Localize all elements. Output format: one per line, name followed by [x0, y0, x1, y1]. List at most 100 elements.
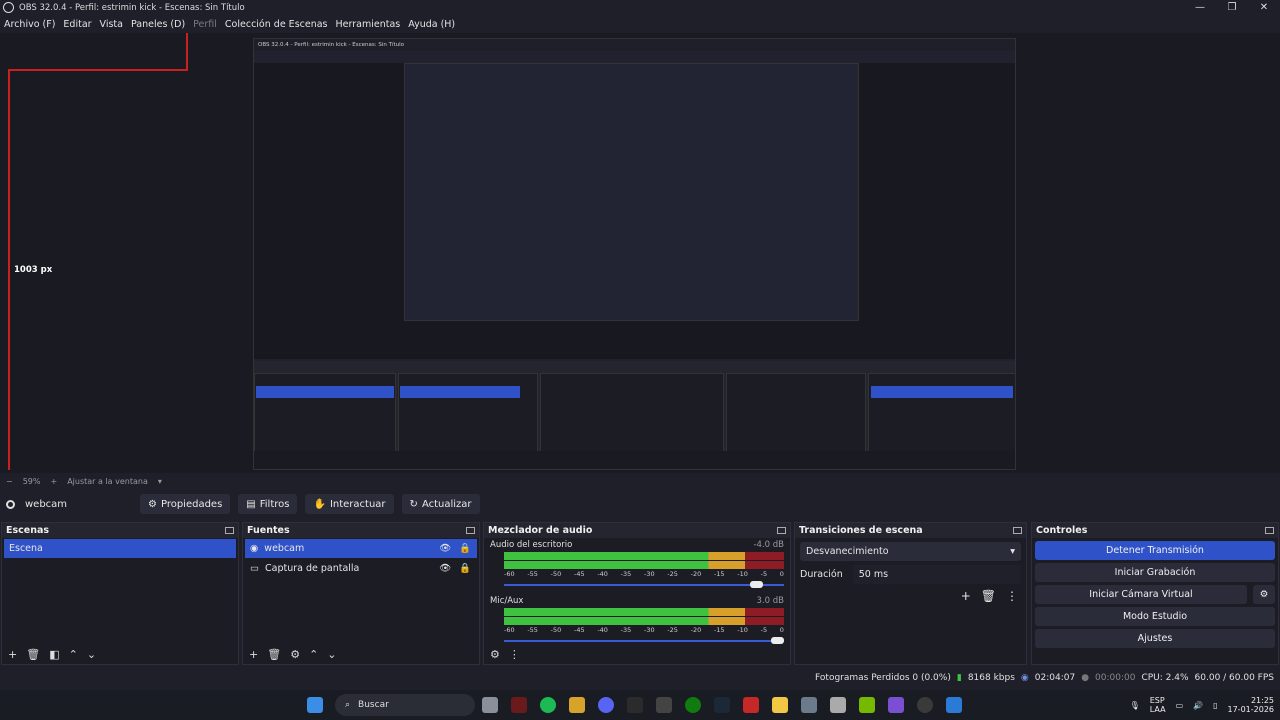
taskbar: ⌕ Buscar 🎙 ESP LAA ▭ 🔊 ▯ 21:25 17-01-2026: [0, 690, 1280, 720]
nested-taskbar: [254, 451, 1015, 469]
folder-icon[interactable]: [771, 697, 788, 713]
more-options-icon[interactable]: ⋮: [509, 648, 520, 661]
add-icon[interactable]: +: [961, 589, 971, 603]
move-up-icon[interactable]: ⌃: [69, 648, 78, 661]
chevron-down-icon[interactable]: ▾: [158, 477, 162, 486]
monitor-icon[interactable]: ▭: [1176, 701, 1184, 710]
start-recording-button[interactable]: Iniciar Grabación: [1035, 563, 1275, 582]
add-icon[interactable]: +: [8, 648, 17, 661]
menu-perfil[interactable]: Perfil: [189, 19, 221, 30]
app-icon[interactable]: [945, 697, 962, 713]
undock-icon[interactable]: [466, 527, 475, 534]
nested-panel: [726, 373, 866, 457]
duration-input[interactable]: 50 ms: [852, 565, 1021, 584]
app-icon[interactable]: [568, 697, 585, 713]
minimize-button[interactable]: —: [1184, 0, 1216, 15]
app-icon[interactable]: [510, 697, 527, 713]
windows-start-icon[interactable]: [306, 697, 323, 713]
zoom-in-button[interactable]: +: [50, 477, 57, 486]
undock-icon[interactable]: [777, 527, 786, 534]
source-item-screen-capture[interactable]: ▭ Captura de pantalla 👁 🔒: [245, 559, 477, 578]
menu-coleccion-escenas[interactable]: Colección de Escenas: [221, 19, 332, 30]
language-indicator[interactable]: ESP LAA: [1150, 696, 1166, 714]
gear-icon[interactable]: ⚙: [1253, 585, 1275, 604]
epic-games-icon[interactable]: [626, 697, 643, 713]
trash-icon[interactable]: 🗑: [267, 648, 281, 661]
transition-select[interactable]: Desvanecimiento ▾: [800, 542, 1021, 561]
lock-icon[interactable]: 🔒: [459, 543, 471, 554]
obs-logo-icon: [3, 2, 14, 13]
filters-button[interactable]: ▤ Filtros: [238, 494, 298, 514]
fit-window-label[interactable]: Ajustar a la ventana: [67, 477, 148, 486]
speaker-icon[interactable]: 🔊: [1193, 701, 1203, 710]
taskbar-search[interactable]: ⌕ Buscar: [335, 694, 475, 716]
bitrate: 8168 kbps: [967, 673, 1015, 683]
properties-button[interactable]: ⚙ Propiedades: [140, 494, 231, 514]
status-bar: Fotogramas Perdidos 0 (0.0%) ▮ 8168 kbps…: [0, 668, 1280, 688]
menu-herramientas[interactable]: Herramientas: [332, 19, 405, 30]
source-item-webcam[interactable]: ◉ webcam 👁 🔒: [245, 539, 477, 558]
interact-button[interactable]: ✋ Interactuar: [305, 494, 394, 514]
menu-vista[interactable]: Vista: [96, 19, 127, 30]
guide-line-horizontal: [8, 69, 188, 71]
volume-slider[interactable]: [504, 581, 784, 588]
clock[interactable]: 21:25 17-01-2026: [1228, 696, 1275, 714]
app-icon[interactable]: [829, 697, 846, 713]
app-icon[interactable]: [655, 697, 672, 713]
obs-icon[interactable]: [916, 697, 933, 713]
trash-icon[interactable]: 🗑: [981, 589, 996, 603]
nested-selection: [400, 386, 520, 398]
nvidia-icon[interactable]: [858, 697, 875, 713]
settings-button[interactable]: Ajustes: [1035, 629, 1275, 648]
trash-icon[interactable]: 🗑: [26, 648, 40, 661]
search-icon: ⌕: [345, 700, 351, 710]
channel-db: 3.0 dB: [756, 596, 784, 606]
volume-slider[interactable]: [504, 637, 784, 644]
eye-icon[interactable]: 👁: [439, 543, 451, 554]
move-up-icon[interactable]: ⌃: [309, 648, 318, 661]
spotify-icon[interactable]: [539, 697, 556, 713]
task-view-icon[interactable]: [481, 697, 498, 713]
settings-icon[interactable]: [800, 697, 817, 713]
move-down-icon[interactable]: ⌄: [327, 648, 336, 661]
gear-icon[interactable]: ⚙: [290, 648, 300, 661]
stop-stream-button[interactable]: Detener Transmisión: [1035, 541, 1275, 560]
slider-knob[interactable]: [771, 637, 784, 644]
zoom-out-button[interactable]: −: [6, 477, 13, 486]
menu-editar[interactable]: Editar: [59, 19, 95, 30]
eye-icon[interactable]: 👁: [439, 563, 451, 574]
app-icon[interactable]: [887, 697, 904, 713]
menu-archivo[interactable]: Archivo (F): [0, 19, 59, 30]
nested-panel: [398, 373, 538, 457]
transition-actions: + 🗑 ⋮: [795, 584, 1026, 608]
discord-icon[interactable]: [597, 697, 614, 713]
move-down-icon[interactable]: ⌄: [87, 648, 96, 661]
menu-ayuda[interactable]: Ayuda (H): [404, 19, 459, 30]
filter-icon[interactable]: ◧: [49, 648, 59, 661]
signal-icon: ▮: [956, 673, 962, 683]
undock-icon[interactable]: [1265, 527, 1274, 534]
app-icon[interactable]: [742, 697, 759, 713]
scene-item[interactable]: Escena: [4, 539, 236, 558]
studio-mode-button[interactable]: Modo Estudio: [1035, 607, 1275, 626]
add-icon[interactable]: +: [249, 648, 258, 661]
undock-icon[interactable]: [225, 527, 234, 534]
xbox-icon[interactable]: [684, 697, 701, 713]
maximize-button[interactable]: ❐: [1216, 0, 1248, 15]
steam-icon[interactable]: [713, 697, 730, 713]
slider-knob[interactable]: [749, 581, 763, 588]
close-button[interactable]: ✕: [1248, 0, 1280, 15]
title-bar: OBS 32.0.4 - Perfil: estrimin kick - Esc…: [0, 0, 1280, 15]
menu-paneles[interactable]: Paneles (D): [127, 19, 189, 30]
lock-icon[interactable]: 🔒: [459, 563, 471, 574]
more-options-icon[interactable]: ⋮: [1006, 589, 1018, 603]
virtual-cam-button[interactable]: Iniciar Cámara Virtual: [1035, 585, 1247, 604]
refresh-button[interactable]: ↻ Actualizar: [401, 494, 480, 514]
window-title: OBS 32.0.4 - Perfil: estrimin kick - Esc…: [19, 2, 245, 13]
undock-icon[interactable]: [1013, 527, 1022, 534]
cpu-usage: CPU: 2.4%: [1141, 673, 1189, 683]
battery-icon[interactable]: ▯: [1213, 701, 1217, 710]
stream-time: 02:04:07: [1034, 673, 1076, 683]
gear-icon[interactable]: ⚙: [490, 648, 500, 661]
microphone-icon[interactable]: 🎙: [1130, 701, 1140, 710]
